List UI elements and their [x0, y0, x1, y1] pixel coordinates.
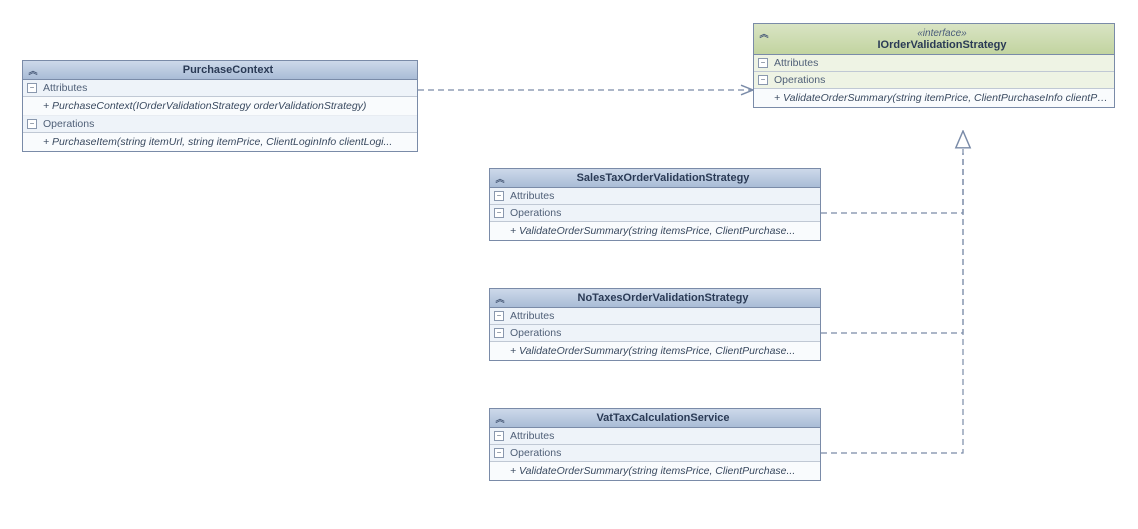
operations-section: − Operations — [490, 325, 820, 342]
class-title: SalesTaxOrderValidationStrategy — [577, 172, 750, 184]
class-header: ︽ PurchaseContext — [23, 61, 417, 80]
operation-item: + PurchaseItem(string itemUrl, string it… — [23, 133, 417, 151]
section-label: Attributes — [510, 430, 554, 442]
class-header: ︽ VatTaxCalculationService — [490, 409, 820, 428]
collapse-icon[interactable]: ︽ — [758, 28, 770, 40]
attributes-section: − Attributes — [490, 308, 820, 325]
operations-section: − Operations — [754, 72, 1114, 89]
minus-icon[interactable]: − — [494, 191, 504, 201]
attributes-section: − Attributes — [490, 428, 820, 445]
operation-item: + ValidateOrderSummary(string itemsPrice… — [490, 342, 820, 360]
class-vat-tax: ︽ VatTaxCalculationService − Attributes … — [489, 408, 821, 481]
class-header: ︽ SalesTaxOrderValidationStrategy — [490, 169, 820, 188]
minus-icon[interactable]: − — [494, 208, 504, 218]
interface-iorder-validation-strategy: ︽ «interface» IOrderValidationStrategy −… — [753, 23, 1115, 108]
minus-icon[interactable]: − — [494, 311, 504, 321]
attributes-section: − Attributes — [754, 55, 1114, 72]
section-label: Operations — [774, 74, 825, 86]
class-title: PurchaseContext — [183, 64, 273, 76]
attributes-section: − Attributes — [23, 80, 417, 97]
minus-icon[interactable]: − — [27, 83, 37, 93]
class-sales-tax: ︽ SalesTaxOrderValidationStrategy − Attr… — [489, 168, 821, 241]
attributes-section: − Attributes — [490, 188, 820, 205]
class-title: NoTaxesOrderValidationStrategy — [578, 292, 749, 304]
class-title: IOrderValidationStrategy — [878, 39, 1007, 51]
minus-icon[interactable]: − — [494, 448, 504, 458]
class-header: ︽ NoTaxesOrderValidationStrategy — [490, 289, 820, 308]
collapse-icon[interactable]: ︽ — [494, 173, 506, 185]
operation-item: + ValidateOrderSummary(string itemsPrice… — [490, 462, 820, 480]
realization-line-salestax — [821, 131, 963, 213]
section-label: Attributes — [43, 82, 87, 94]
collapse-icon[interactable]: ︽ — [494, 413, 506, 425]
operations-section: − Operations — [23, 116, 417, 133]
section-label: Attributes — [774, 57, 818, 69]
section-label: Operations — [510, 207, 561, 219]
operation-item: + ValidateOrderSummary(string itemPrice,… — [754, 89, 1114, 107]
realization-line-notaxes — [821, 153, 963, 333]
minus-icon[interactable]: − — [758, 58, 768, 68]
section-label: Attributes — [510, 310, 554, 322]
section-label: Operations — [510, 447, 561, 459]
attribute-item: + PurchaseContext(IOrderValidationStrate… — [23, 97, 417, 116]
minus-icon[interactable]: − — [27, 119, 37, 129]
class-purchase-context: ︽ PurchaseContext − Attributes + Purchas… — [22, 60, 418, 152]
section-label: Operations — [43, 118, 94, 130]
operation-item: + ValidateOrderSummary(string itemsPrice… — [490, 222, 820, 240]
realization-line-vattax — [821, 153, 963, 453]
collapse-icon[interactable]: ︽ — [27, 65, 39, 77]
minus-icon[interactable]: − — [758, 75, 768, 85]
collapse-icon[interactable]: ︽ — [494, 293, 506, 305]
operations-section: − Operations — [490, 445, 820, 462]
class-header: ︽ «interface» IOrderValidationStrategy — [754, 24, 1114, 55]
minus-icon[interactable]: − — [494, 431, 504, 441]
class-title: VatTaxCalculationService — [596, 412, 729, 424]
section-label: Attributes — [510, 190, 554, 202]
minus-icon[interactable]: − — [494, 328, 504, 338]
section-label: Operations — [510, 327, 561, 339]
stereotype-label: «interface» — [917, 28, 966, 39]
class-no-taxes: ︽ NoTaxesOrderValidationStrategy − Attri… — [489, 288, 821, 361]
operations-section: − Operations — [490, 205, 820, 222]
